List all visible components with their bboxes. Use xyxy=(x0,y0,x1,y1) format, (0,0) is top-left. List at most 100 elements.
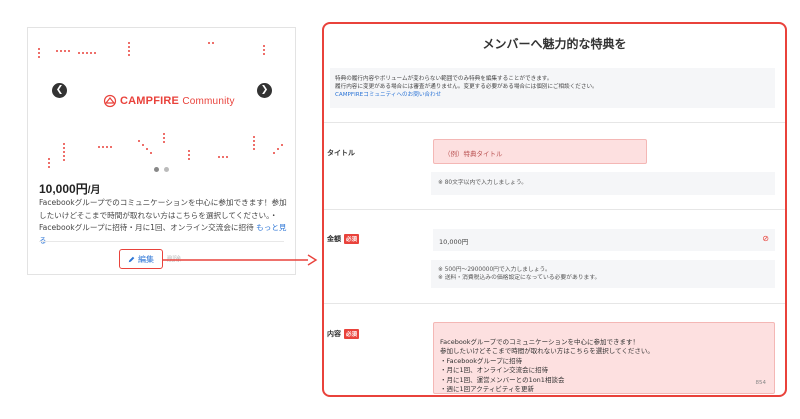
price-value: 10,000円 xyxy=(39,182,88,196)
decorative-dot xyxy=(102,146,104,148)
decorative-dot xyxy=(273,152,275,154)
slider-prev-button[interactable]: ❮ xyxy=(52,83,67,98)
amount-field-label: 金額 必須 xyxy=(327,234,360,244)
decorative-dot xyxy=(38,52,40,54)
content-label-text: 内容 xyxy=(327,330,341,338)
notice-line-1: 特典の履行内容やボリュームが変わらない範囲でのみ特典を編集することができます。 xyxy=(335,76,553,82)
decorative-dot xyxy=(128,54,130,56)
logo-sub-text: Community xyxy=(182,96,235,107)
decorative-dot xyxy=(222,156,224,158)
decorative-dot xyxy=(68,50,70,52)
decorative-dot xyxy=(63,159,65,161)
decorative-dot xyxy=(82,52,84,54)
decorative-dot xyxy=(128,50,130,52)
decorative-dot xyxy=(188,158,190,160)
decorative-dot xyxy=(188,154,190,156)
decorative-dot xyxy=(60,50,62,52)
reward-card: ❮ CAMPFIRE Community ❯ 10,000円/月 Faceboo… xyxy=(27,27,296,275)
row-divider xyxy=(324,209,785,210)
title-hint-text: ※ 80文字以内で入力しましょう。 xyxy=(438,180,528,187)
decorative-dot xyxy=(281,144,283,146)
decorative-dot xyxy=(146,148,148,150)
decorative-dot xyxy=(163,133,165,135)
char-counter: 854 xyxy=(755,379,767,386)
edit-button[interactable]: 編集 xyxy=(119,249,163,269)
decorative-dot xyxy=(253,148,255,150)
decorative-dot xyxy=(38,56,40,58)
title-input[interactable]: （例）特典タイトル xyxy=(433,139,647,164)
campfire-community-logo: CAMPFIRE Community xyxy=(103,94,235,108)
logo-brand-text: CAMPFIRE xyxy=(120,95,180,107)
decorative-dot xyxy=(48,158,50,160)
row-divider xyxy=(324,122,785,123)
campfire-logo-icon xyxy=(103,94,117,108)
decorative-dot xyxy=(48,166,50,168)
contact-link[interactable]: CAMPFIREコミュニティへのお問い合わせ xyxy=(335,92,441,98)
required-badge: 必須 xyxy=(344,234,360,244)
edit-button-label: 編集 xyxy=(138,254,154,264)
slider-pagination xyxy=(154,167,169,172)
decorative-dot xyxy=(277,148,279,150)
decorative-dot xyxy=(142,144,144,146)
decorative-dot xyxy=(90,52,92,54)
reward-description: Facebookグループでのコミュニケーションを中心に参加できます！参加したいけ… xyxy=(39,197,289,247)
decorative-dot xyxy=(38,48,40,50)
amount-input[interactable]: 10,000円 ⊘ xyxy=(433,229,775,251)
description-text: Facebookグループでのコミュニケーションを中心に参加できます！参加したいけ… xyxy=(39,198,287,232)
decorative-dot xyxy=(106,146,108,148)
image-slider: ❮ CAMPFIRE Community ❯ xyxy=(28,28,295,178)
decorative-dot xyxy=(98,146,100,148)
error-icon: ⊘ xyxy=(762,234,769,243)
decorative-dot xyxy=(208,42,210,44)
decorative-dot xyxy=(188,150,190,152)
edit-reward-panel: メンバーへ魅力的な特典を 特典の履行内容やボリュームが変わらない範囲でのみ特典を… xyxy=(322,22,787,397)
decorative-dot xyxy=(63,143,65,145)
delete-label: 削除 xyxy=(167,255,181,263)
decorative-dot xyxy=(128,46,130,48)
decorative-dot xyxy=(253,144,255,146)
amount-hint-1: ※ 500円〜2900000円で入力しましょう。 xyxy=(438,266,551,273)
amount-label-text: 金額 xyxy=(327,235,341,243)
decorative-dot xyxy=(56,50,58,52)
decorative-dot xyxy=(253,140,255,142)
decorative-dot xyxy=(63,147,65,149)
title-hint: ※ 80文字以内で入力しましょう。 xyxy=(431,172,775,195)
pencil-icon xyxy=(128,256,135,262)
decorative-dot xyxy=(218,156,220,158)
decorative-dot xyxy=(263,53,265,55)
decorative-dot xyxy=(253,136,255,138)
title-field-label: タイトル xyxy=(327,148,355,158)
amount-value: 10,000円 xyxy=(439,238,469,246)
decorative-dot xyxy=(150,152,152,154)
decorative-dot xyxy=(64,50,66,52)
page-title: メンバーへ魅力的な特典を xyxy=(482,37,627,51)
decorative-dot xyxy=(63,151,65,153)
decorative-dot xyxy=(110,146,112,148)
reward-price: 10,000円/月 xyxy=(39,180,101,197)
decorative-dot xyxy=(212,42,214,44)
amount-hint-2: ※ 送料・消費税込みの価格設定になっている必要があります。 xyxy=(438,275,601,281)
price-unit: /月 xyxy=(87,185,101,196)
decorative-dot xyxy=(63,155,65,157)
slider-next-button[interactable]: ❯ xyxy=(257,83,272,98)
decorative-dot xyxy=(163,141,165,143)
slider-dot[interactable] xyxy=(154,167,159,172)
content-textarea[interactable]: Facebookグループでのコミュニケーションを中心に参加できます！ 参加したい… xyxy=(433,322,775,394)
notice-line-2: 履行内容に変更がある場合には審査が通りません。変更する必要がある場合には個別にご… xyxy=(335,84,598,90)
title-label-text: タイトル xyxy=(327,149,355,157)
decorative-dot xyxy=(263,45,265,47)
content-field-label: 内容 必須 xyxy=(327,329,360,339)
decorative-dot xyxy=(78,52,80,54)
row-divider xyxy=(324,303,785,304)
decorative-dot xyxy=(94,52,96,54)
edit-notice: 特典の履行内容やボリュームが変わらない範囲でのみ特典を編集することができます。 … xyxy=(330,68,775,108)
decorative-dot xyxy=(226,156,228,158)
amount-hint: ※ 500円〜2900000円で入力しましょう。 ※ 送料・消費税込みの価格設定… xyxy=(431,260,775,288)
card-divider xyxy=(39,241,284,242)
decorative-dot xyxy=(163,137,165,139)
decorative-dot xyxy=(138,140,140,142)
decorative-dot xyxy=(86,52,88,54)
delete-link[interactable]: 削除 xyxy=(167,254,181,264)
slider-dot[interactable] xyxy=(164,167,169,172)
content-text: Facebookグループでのコミュニケーションを中心に参加できます！ 参加したい… xyxy=(440,337,654,394)
